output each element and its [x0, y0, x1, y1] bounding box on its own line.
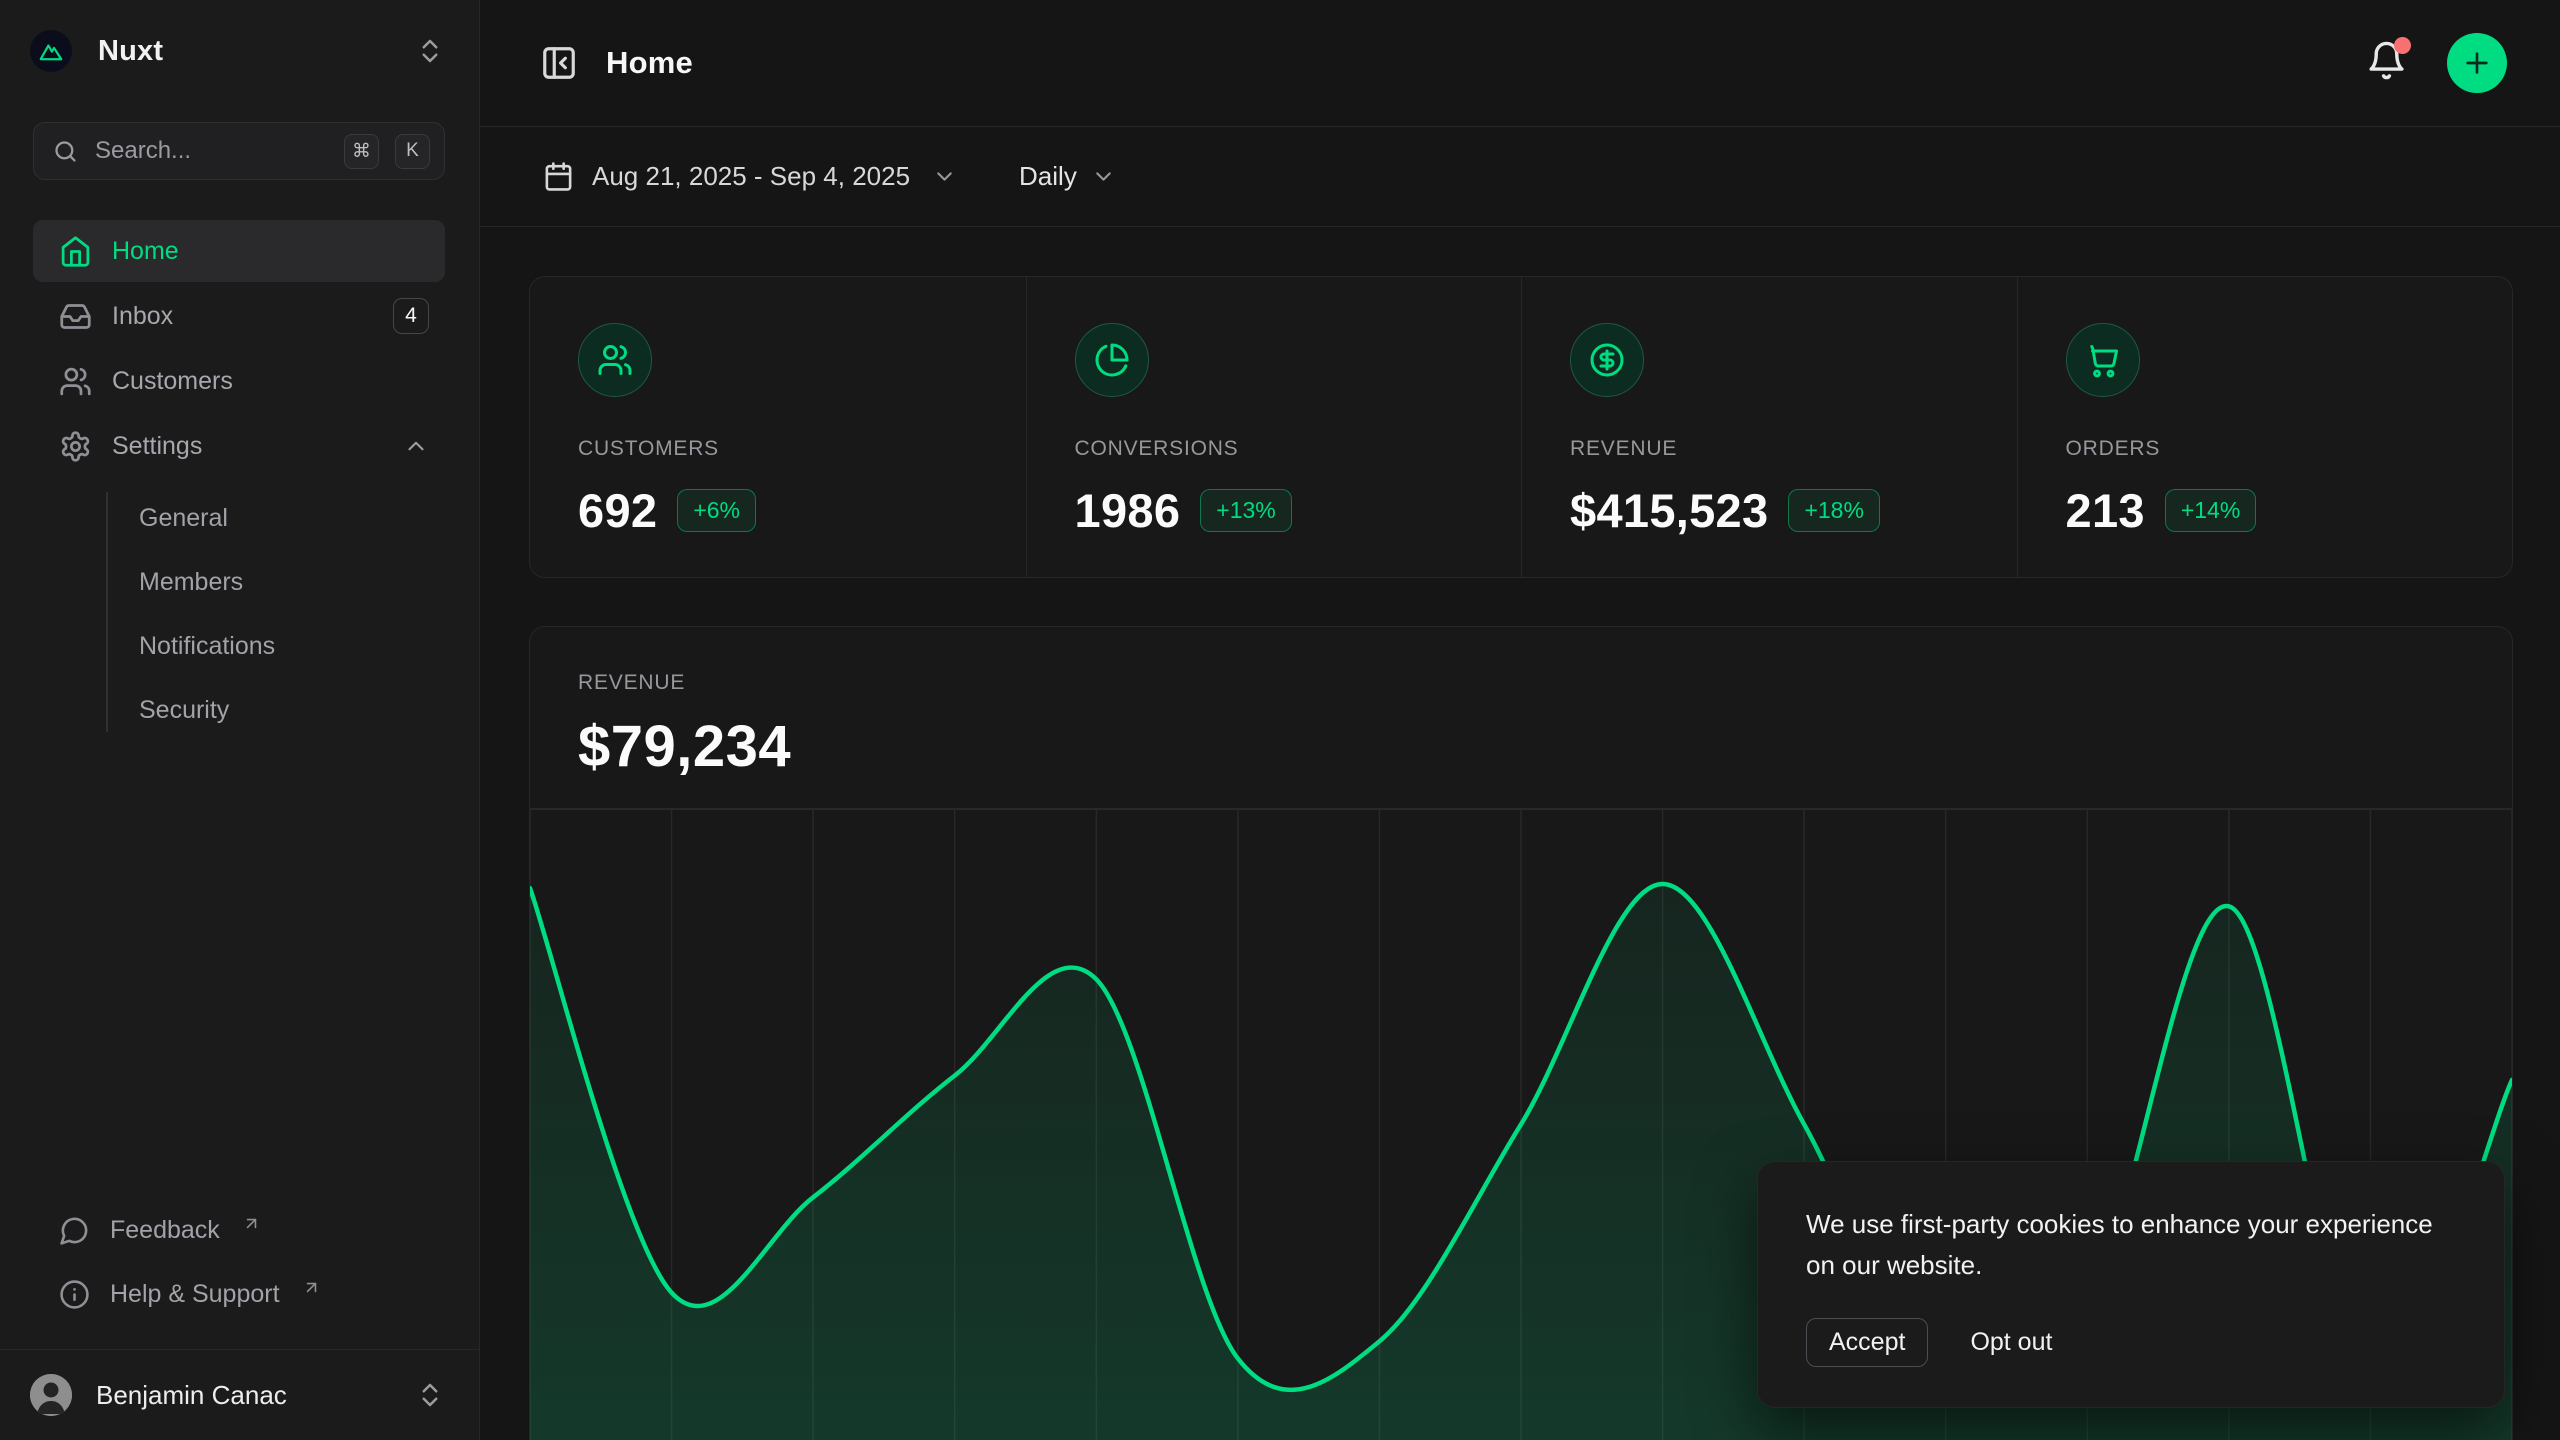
chevrons-up-down-icon	[415, 1380, 445, 1410]
help-support-label: Help & Support	[110, 1280, 280, 1309]
stat-label: CUSTOMERS	[578, 437, 986, 461]
page-header: Home	[480, 0, 2560, 127]
stat-customers[interactable]: CUSTOMERS 692 +6%	[530, 277, 1026, 577]
filter-bar: Aug 21, 2025 - Sep 4, 2025 Daily	[480, 127, 2560, 227]
sidebar-item-security[interactable]: Security	[66, 678, 411, 742]
notification-dot	[2394, 37, 2411, 54]
stat-delta-badge: +13%	[1200, 489, 1291, 532]
sidebar-item-label: Customers	[112, 367, 429, 396]
revenue-chart-total: $79,234	[578, 713, 2464, 780]
stats-row: CUSTOMERS 692 +6% CONVERSIONS 1986 +13%	[529, 276, 2513, 578]
stat-revenue[interactable]: REVENUE $415,523 +18%	[1521, 277, 2017, 577]
notifications-button[interactable]	[2366, 40, 2407, 86]
sidebar-item-inbox[interactable]: Inbox 4	[33, 285, 445, 347]
stat-label: ORDERS	[2066, 437, 2473, 461]
nuxt-logo-icon	[30, 30, 72, 72]
sidebar-item-members[interactable]: Members	[66, 550, 411, 614]
kbd-k: K	[395, 134, 430, 169]
inbox-icon	[59, 300, 92, 333]
sidebar-item-label: Settings	[112, 432, 383, 461]
circle-dollar-icon	[1570, 323, 1644, 397]
date-range-label: Aug 21, 2025 - Sep 4, 2025	[592, 161, 910, 192]
sidebar-item-label: Inbox	[112, 302, 373, 331]
shopping-cart-icon	[2066, 323, 2140, 397]
sidebar-footer: Feedback Help & Support	[33, 1201, 445, 1349]
sidebar-item-customers[interactable]: Customers	[33, 350, 445, 412]
team-switcher[interactable]: Nuxt	[0, 0, 479, 78]
revenue-chart-header: REVENUE $79,234	[530, 627, 2512, 780]
cookie-banner: We use first-party cookies to enhance yo…	[1757, 1161, 2505, 1408]
gear-icon	[59, 430, 92, 463]
stat-delta-badge: +14%	[2165, 489, 2256, 532]
sidebar-item-home[interactable]: Home	[33, 220, 445, 282]
external-link-icon	[302, 1278, 321, 1297]
stat-label: CONVERSIONS	[1075, 437, 1482, 461]
settings-subnav: General Members Notifications Security	[66, 486, 411, 742]
stat-label: REVENUE	[1570, 437, 1977, 461]
home-icon	[59, 235, 92, 268]
stat-value: 1986	[1075, 483, 1181, 538]
granularity-select[interactable]: Daily	[1019, 161, 1116, 192]
granularity-label: Daily	[1019, 161, 1077, 192]
external-link-icon	[242, 1214, 261, 1233]
sidebar-item-settings[interactable]: Settings	[33, 415, 445, 477]
chevron-down-icon	[1091, 164, 1116, 189]
subnav-guide-line	[106, 492, 108, 732]
pie-chart-icon	[1075, 323, 1149, 397]
inbox-count-badge: 4	[393, 298, 429, 334]
search-input[interactable]: Search... ⌘ K	[33, 122, 445, 180]
sidebar-collapse-icon[interactable]	[540, 44, 578, 82]
sidebar-nav: Home Inbox 4 Customers Settings	[33, 220, 445, 742]
users-icon	[59, 365, 92, 398]
date-range-picker[interactable]: Aug 21, 2025 - Sep 4, 2025	[543, 161, 957, 192]
info-circle-icon	[59, 1279, 90, 1310]
chevrons-up-down-icon	[415, 36, 445, 66]
sidebar-item-label: Home	[112, 237, 429, 266]
stat-delta-badge: +18%	[1788, 489, 1879, 532]
chevron-up-icon	[403, 433, 429, 459]
sidebar-item-notifications[interactable]: Notifications	[66, 614, 411, 678]
stat-value: 692	[578, 483, 657, 538]
search-placeholder: Search...	[95, 137, 328, 165]
brand-name: Nuxt	[98, 35, 163, 68]
plus-icon	[2461, 47, 2493, 79]
opt-out-button[interactable]: Opt out	[1970, 1328, 2052, 1357]
stat-value: 213	[2066, 483, 2145, 538]
users-icon	[578, 323, 652, 397]
main-area: Home Aug 21, 2025 - Sep 4, 2025 Daily	[480, 0, 2560, 1440]
kbd-cmd: ⌘	[344, 134, 379, 169]
stat-conversions[interactable]: CONVERSIONS 1986 +13%	[1026, 277, 1522, 577]
chevron-down-icon	[932, 164, 957, 189]
page-title: Home	[606, 45, 693, 81]
sidebar-item-general[interactable]: General	[66, 486, 411, 550]
app-root: Nuxt Search... ⌘ K Home	[0, 0, 2560, 1440]
stat-orders[interactable]: ORDERS 213 +14%	[2017, 277, 2513, 577]
user-name: Benjamin Canac	[96, 1380, 391, 1411]
add-button[interactable]	[2447, 33, 2507, 93]
cookie-message: We use first-party cookies to enhance yo…	[1806, 1204, 2456, 1286]
help-support-link[interactable]: Help & Support	[33, 1265, 445, 1323]
revenue-chart-label: REVENUE	[578, 671, 2464, 695]
user-menu[interactable]: Benjamin Canac	[0, 1349, 479, 1440]
sidebar: Nuxt Search... ⌘ K Home	[0, 0, 480, 1440]
avatar	[30, 1374, 72, 1416]
stat-delta-badge: +6%	[677, 489, 756, 532]
feedback-label: Feedback	[110, 1216, 220, 1245]
search-icon	[52, 138, 79, 165]
accept-button[interactable]: Accept	[1806, 1318, 1928, 1367]
feedback-link[interactable]: Feedback	[33, 1201, 445, 1259]
stat-value: $415,523	[1570, 483, 1768, 538]
calendar-icon	[543, 161, 574, 192]
message-bubble-icon	[59, 1215, 90, 1246]
